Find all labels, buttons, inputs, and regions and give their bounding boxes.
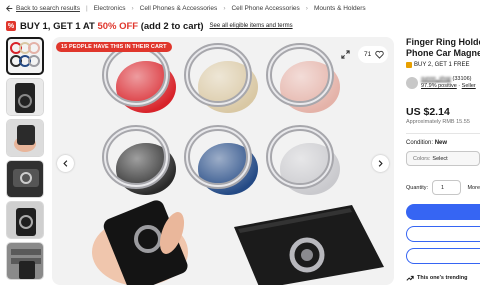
thumbnail-5[interactable] [6,201,44,239]
offer-line: BUY 2, GET 1 FREE [406,62,480,68]
car-mount-thumb [7,161,43,197]
seller-positive[interactable]: 97.9% positive [421,83,457,89]
breadcrumb-item-cell-phone-accessories[interactable]: Cell Phone Accessories [231,5,299,12]
ring-closeup-thumb [7,202,43,238]
arrow-left-icon [6,5,13,12]
add-to-watchlist-button[interactable] [406,248,480,264]
promo-terms-link[interactable]: See all eligible items and terms [210,23,293,29]
quantity-input[interactable]: 1 [432,180,462,195]
watch-count: 71 [364,51,372,58]
approx-price: Approximately RMB 15.55 [406,119,470,125]
promo-banner: % BUY 1, GET 1 AT 50% OFF (add 2 to cart… [6,20,293,32]
trending-notice: This one's trending [406,274,480,282]
expand-icon [341,50,350,59]
ring-holder [184,125,258,195]
seller-info: sunnn_shop (33106) 97.9% positive · Sell… [406,76,480,90]
colors-select[interactable]: Colors: Select [406,151,480,166]
ring-holder [266,43,340,113]
hand-ring-thumb [7,120,43,156]
previous-image-button[interactable] [57,155,74,172]
rings-grid-thumb [10,42,40,67]
thumbnail-list [6,37,46,283]
ring-holder [102,125,176,195]
chevron-right-icon: › [223,5,226,12]
seller-count: (33106) [452,76,472,82]
back-label: Back to search results [16,5,80,12]
expand-button[interactable] [337,46,354,63]
back-link[interactable]: Back to search results [6,5,80,12]
watch-button[interactable]: 71 [358,46,388,63]
thumbnail-3[interactable] [6,119,44,157]
buy-it-now-button[interactable] [406,204,480,220]
thumbnail-4[interactable] [6,160,44,198]
price: US $2.14 [406,106,450,118]
product-title: Finger Ring Holder Phone Car Magnet [406,37,480,58]
heart-icon [375,50,384,59]
tag-icon: % [6,21,16,31]
quantity-row: Quantity: 1 More [406,180,480,195]
breadcrumb-item-mounts[interactable]: Mounts & Holders [314,5,366,12]
seller-link[interactable]: Seller [462,83,476,89]
thumbnail-1[interactable] [6,37,44,75]
ring-holder [266,125,340,195]
cart-count-badge: 15 PEOPLE HAVE THIS IN THEIR CART [56,42,172,52]
thumbnail-2[interactable] [6,78,44,116]
chevron-left-icon [63,160,68,167]
breadcrumb-item-cell-phones[interactable]: Cell Phones & Accessories [140,5,218,12]
chevron-right-icon [378,160,383,167]
divider [406,133,480,134]
product-info-panel: Finger Ring Holder Phone Car Magnet BUY … [406,37,480,282]
breadcrumb: Back to search results | Electronics › C… [0,0,480,17]
breadcrumb-item-electronics[interactable]: Electronics [94,5,126,12]
gift-icon [406,62,412,68]
hand-phone-thumb [7,79,43,115]
chevron-right-icon: › [305,5,308,12]
quantity-more: More [467,184,480,191]
ring-holder [102,43,176,113]
condition: Condition: New [406,140,448,146]
ring-holder [184,43,258,113]
main-product-image[interactable]: 15 PEOPLE HAVE THIS IN THEIR CART 71 [52,37,394,285]
chevron-right-icon: › [131,5,134,12]
add-to-cart-button[interactable] [406,226,480,242]
seller-name[interactable]: sunnn_shop [421,76,451,82]
seller-avatar[interactable] [406,77,418,89]
next-image-button[interactable] [372,155,389,172]
vent-mount-thumb [7,243,43,279]
thumbnail-6[interactable] [6,242,44,280]
product-rings-illustration [92,43,384,285]
trending-icon [406,275,414,281]
